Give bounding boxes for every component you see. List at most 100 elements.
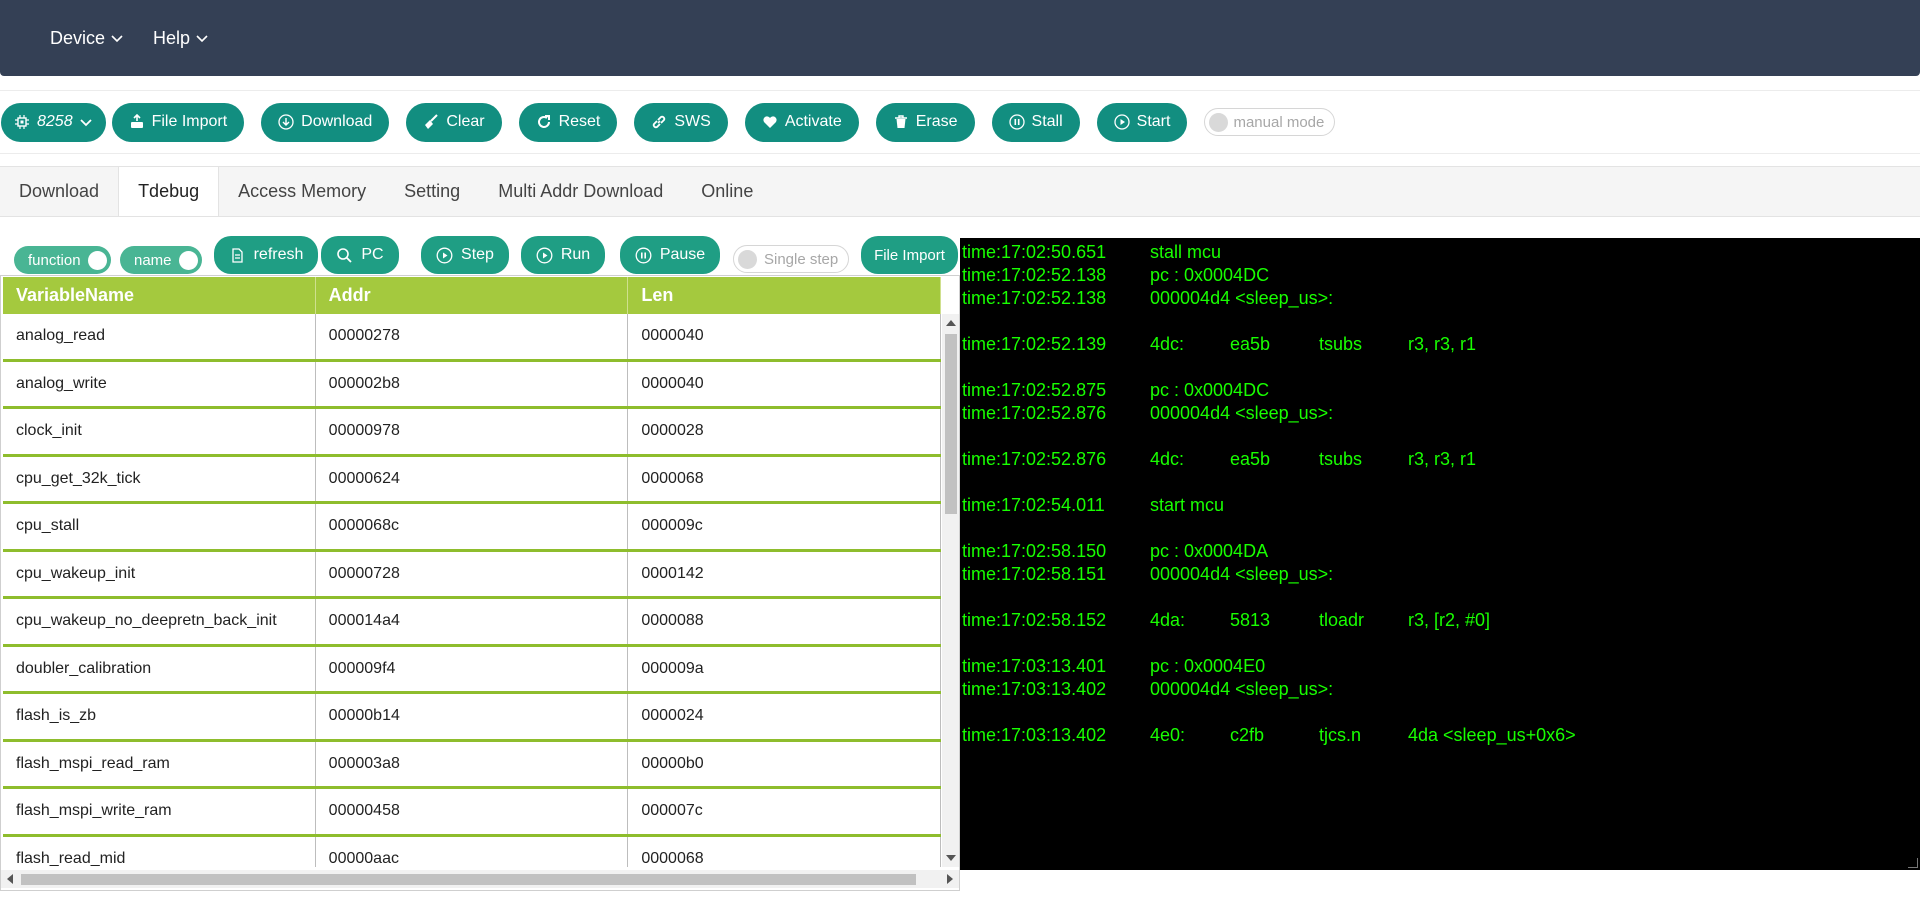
- console-opcode: 5813: [1230, 610, 1271, 630]
- tab-setting[interactable]: Setting: [385, 167, 479, 216]
- console-line: time:17:02:58.152 4da: 5813 tloadr r3, [r2, …: [962, 609, 1920, 632]
- console-timestamp: time:17:02:50.651: [962, 242, 1107, 262]
- step-button[interactable]: Step: [421, 236, 509, 274]
- table-row[interactable]: flash_read_mid 00000aac 0000068: [3, 836, 941, 867]
- console-timestamp: time:17:02:52.138: [962, 265, 1107, 285]
- pause-button[interactable]: Pause: [620, 236, 720, 274]
- menu-device[interactable]: Device: [50, 28, 123, 49]
- cell-variable-name: cpu_stall: [3, 504, 316, 549]
- console-opcode: ea5b: [1230, 334, 1271, 354]
- debug-file-import-button[interactable]: File Import: [861, 236, 958, 274]
- scroll-up-arrow-icon[interactable]: [946, 320, 956, 326]
- console-mnemonic: tjcs.n: [1319, 725, 1362, 745]
- toggle-knob: [1209, 112, 1229, 132]
- console-timestamp: time:17:02:52.138: [962, 288, 1107, 308]
- file-import-button[interactable]: File Import: [111, 102, 245, 142]
- cell-variable-name: doubler_calibration: [3, 646, 316, 691]
- resize-handle-icon[interactable]: [1908, 858, 1918, 868]
- debug-file-import-label: File Import: [874, 246, 945, 264]
- erase-button[interactable]: Erase: [875, 102, 975, 142]
- sws-button[interactable]: SWS: [634, 102, 728, 142]
- console-timestamp: time:17:03:13.402: [962, 679, 1107, 699]
- scroll-right-arrow-icon[interactable]: [947, 874, 953, 884]
- tab-download[interactable]: Download: [0, 167, 118, 216]
- console-message: pc : 0x0004E0: [1150, 656, 1266, 676]
- vertical-scrollbar[interactable]: [942, 314, 959, 867]
- cell-variable-name: cpu_wakeup_init: [3, 551, 316, 596]
- table-row[interactable]: doubler_calibration 000009f4 000009a: [3, 646, 941, 694]
- table-row[interactable]: flash_is_zb 00000b14 0000024: [3, 694, 941, 742]
- console-line: time:17:02:52.138 000004d4 <sleep_us>:: [962, 287, 1920, 310]
- download-button[interactable]: Download: [261, 102, 390, 142]
- manual-mode-toggle[interactable]: manual mode: [1204, 108, 1336, 136]
- scrollbar-thumb[interactable]: [21, 874, 916, 885]
- table-row[interactable]: cpu_get_32k_tick 00000624 0000068: [3, 456, 941, 504]
- toggle-knob: [178, 250, 198, 270]
- search-icon: [337, 247, 353, 263]
- debug-console-output[interactable]: time:17:02:50.651 stall mcu time:17:02:52.…: [960, 238, 1920, 870]
- table-row[interactable]: cpu_stall 0000068c 000009c: [3, 504, 941, 552]
- console-line: time:17:02:52.875 pc : 0x0004DC: [962, 379, 1920, 402]
- chip-select-button[interactable]: 8258: [1, 102, 106, 142]
- console-timestamp: time:17:02:54.011: [962, 495, 1105, 515]
- start-button[interactable]: Start: [1096, 102, 1188, 142]
- step-label: Step: [461, 246, 494, 263]
- clear-button[interactable]: Clear: [406, 102, 502, 142]
- console-line: time:17:02:52.139 4dc: ea5b tsubs r3, r3, r1: [962, 333, 1920, 356]
- chevron-down-icon: [79, 119, 92, 127]
- activate-label: Activate: [784, 113, 842, 130]
- console-line: time:17:02:52.876 4dc: ea5b tsubs r3, r3, r1: [962, 448, 1920, 471]
- menu-help[interactable]: Help: [153, 28, 208, 49]
- console-opcode: ea5b: [1230, 449, 1271, 469]
- column-header-addr[interactable]: Addr: [316, 277, 629, 314]
- manual-mode-label: manual mode: [1233, 113, 1325, 131]
- table-row[interactable]: analog_read 00000278 0000040: [3, 314, 941, 362]
- console-timestamp: time:17:02:52.139: [962, 334, 1107, 354]
- scroll-left-arrow-icon[interactable]: [7, 874, 13, 884]
- play-circle-icon: [536, 247, 553, 263]
- cell-variable-name: flash_read_mid: [3, 836, 316, 867]
- column-header-variable-name[interactable]: VariableName: [3, 277, 316, 314]
- stall-button[interactable]: Stall: [991, 102, 1080, 142]
- column-header-len[interactable]: Len: [628, 277, 942, 314]
- tab-online[interactable]: Online: [682, 167, 772, 216]
- console-timestamp: time:17:02:52.876: [962, 403, 1107, 423]
- refresh-button[interactable]: refresh: [214, 236, 318, 274]
- scrollbar-thumb[interactable]: [945, 334, 957, 514]
- cell-addr: 00000978: [316, 409, 629, 454]
- tab-tdebug[interactable]: Tdebug: [118, 167, 220, 216]
- console-timestamp: time:17:02:58.151: [962, 564, 1107, 584]
- chevron-down-icon: [111, 35, 123, 43]
- name-toggle[interactable]: name: [120, 246, 202, 274]
- table-row[interactable]: clock_init 00000978 0000028: [3, 409, 941, 457]
- console-line: time:17:03:13.402 000004d4 <sleep_us>:: [962, 678, 1920, 701]
- chip-icon: [15, 115, 29, 129]
- cell-len: 000009a: [628, 646, 941, 691]
- tab-multi-addr-download[interactable]: Multi Addr Download: [479, 167, 682, 216]
- table-row[interactable]: flash_mspi_write_ram 00000458 000007c: [3, 789, 941, 837]
- pc-button[interactable]: PC: [321, 236, 399, 274]
- console-message: stall mcu: [1150, 242, 1222, 262]
- table-body: analog_read 00000278 0000040 analog_write 00…: [3, 314, 941, 867]
- start-label: Start: [1136, 113, 1171, 130]
- cell-addr: 00000624: [316, 456, 629, 501]
- tab-access-memory[interactable]: Access Memory: [219, 167, 385, 216]
- activate-button[interactable]: Activate: [744, 102, 859, 142]
- reset-button[interactable]: Reset: [518, 102, 618, 142]
- console-mnemonic: tsubs: [1319, 449, 1363, 469]
- single-step-toggle[interactable]: Single step: [733, 245, 850, 273]
- table-row[interactable]: cpu_wakeup_no_deepretn_back_init 000014a4…: [3, 599, 941, 647]
- table-row[interactable]: analog_write 000002b8 0000040: [3, 361, 941, 409]
- function-toggle[interactable]: function: [14, 246, 111, 274]
- console-line: time:17:02:58.151 000004d4 <sleep_us>:: [962, 563, 1920, 586]
- scroll-down-arrow-icon[interactable]: [946, 855, 956, 861]
- cell-len: 0000024: [628, 694, 941, 739]
- table-row[interactable]: flash_mspi_read_ram 000003a8 00000b0: [3, 741, 941, 789]
- run-button[interactable]: Run: [521, 236, 605, 274]
- horizontal-scrollbar[interactable]: [1, 870, 959, 888]
- table-row[interactable]: cpu_wakeup_init 00000728 0000142: [3, 551, 941, 599]
- function-toggle-label: function: [28, 251, 81, 269]
- cell-variable-name: clock_init: [3, 409, 316, 454]
